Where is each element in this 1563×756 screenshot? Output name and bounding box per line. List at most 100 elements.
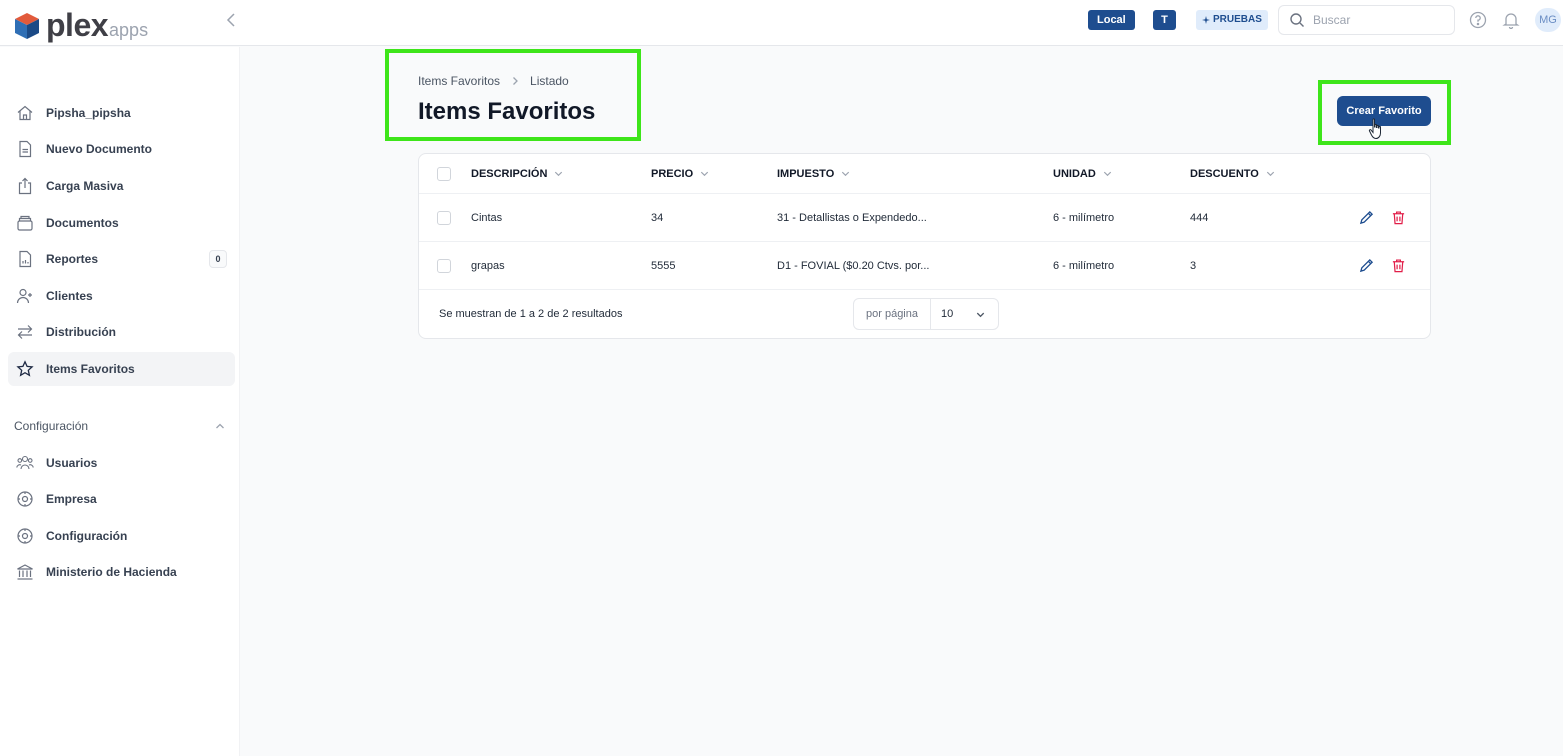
breadcrumb-item-items-favoritos[interactable]: Items Favoritos	[418, 74, 500, 88]
column-header-descripcion[interactable]: DESCRIPCIÓN	[471, 154, 564, 193]
edit-button[interactable]	[1357, 209, 1375, 227]
trash-icon	[1392, 211, 1404, 225]
chevron-right-icon	[513, 77, 518, 85]
row-checkbox[interactable]	[437, 258, 451, 273]
sidebar-item-label: Ministerio de Hacienda	[46, 565, 177, 579]
arrows-icon	[17, 325, 33, 339]
sidebar-item-label: Reportes	[46, 252, 99, 266]
environment-local-badge[interactable]: Local	[1088, 10, 1135, 30]
sidebar-item-usuarios[interactable]: Usuarios	[8, 446, 235, 480]
column-label: UNIDAD	[1053, 167, 1096, 180]
select-all-cell	[437, 154, 451, 193]
report-icon	[19, 250, 32, 268]
row-select-cell	[437, 194, 451, 241]
column-header-unidad[interactable]: UNIDAD	[1053, 154, 1113, 193]
sidebar-item-clientes[interactable]: Clientes	[8, 279, 235, 313]
sidebar-item-pipsha[interactable]: Pipsha_pipsha	[8, 96, 235, 130]
sidebar-item-nuevo-documento[interactable]: Nuevo Documento	[8, 132, 235, 166]
cell-precio: 5555	[651, 259, 676, 272]
chevron-left-icon[interactable]	[222, 10, 242, 30]
sidebar-item-carga-masiva[interactable]: Carga Masiva	[8, 169, 235, 203]
sidebar-item-label: Items Favoritos	[46, 362, 135, 376]
bell-icon[interactable]	[1502, 11, 1520, 29]
row-actions	[1357, 242, 1407, 289]
chevron-down-icon	[555, 171, 563, 177]
row-checkbox[interactable]	[437, 210, 451, 225]
pencil-icon	[1359, 210, 1373, 225]
user-avatar[interactable]: MG	[1535, 8, 1561, 32]
table-row: grapas 5555 D1 - FOVIAL ($0.20 Ctvs. por…	[419, 242, 1430, 290]
chevron-down-icon	[1103, 171, 1111, 177]
edit-button[interactable]	[1357, 257, 1375, 275]
sidebar-item-distribucion[interactable]: Distribución	[8, 315, 235, 349]
cell-descuento: 3	[1190, 259, 1197, 272]
tenant-badge[interactable]: T	[1153, 10, 1176, 30]
cell-descripcion: grapas	[471, 259, 505, 272]
results-summary: Se muestran de 1 a 2 de 2 resultados	[439, 308, 623, 320]
sidebar-item-configuracion[interactable]: Configuración	[8, 519, 235, 553]
building-gear-icon	[17, 491, 33, 507]
chevron-up-icon	[216, 423, 224, 429]
per-page-selector[interactable]: por página 10	[853, 298, 999, 330]
users-icon	[16, 455, 34, 470]
cell-unidad: 6 - milímetro	[1053, 259, 1115, 272]
chevron-down-icon	[701, 171, 709, 177]
sidebar-item-reportes[interactable]: Reportes 0	[8, 242, 235, 276]
sidebar-item-label: Clientes	[46, 289, 93, 303]
search-box[interactable]	[1278, 5, 1455, 35]
cell-impuesto: 31 - Detallistas o Expendedo...	[777, 211, 927, 224]
sidebar: Pipsha_pipsha Nuevo Documento Carga Masi…	[0, 47, 240, 756]
column-header-precio[interactable]: PRECIO	[651, 154, 710, 193]
config-section-title: Configuración	[14, 419, 89, 433]
column-label: PRECIO	[651, 167, 694, 180]
cell-unidad: 6 - milímetro	[1053, 211, 1115, 224]
sidebar-item-ministerio-hacienda[interactable]: Ministerio de Hacienda	[8, 555, 235, 589]
sidebar-item-empresa[interactable]: Empresa	[8, 482, 235, 516]
cell-descuento: 444	[1190, 211, 1209, 224]
chevron-down-icon	[842, 171, 850, 177]
pruebas-badge[interactable]: PRUEBAS	[1196, 10, 1268, 30]
reportes-count-badge: 0	[209, 250, 227, 268]
crear-favorito-button[interactable]: Crear Favorito	[1337, 96, 1431, 126]
table-header-row: DESCRIPCIÓN PRECIO IMPUESTO UNIDAD DESCU…	[419, 154, 1430, 194]
per-page-select[interactable]: 10	[931, 308, 998, 320]
column-header-descuento[interactable]: DESCUENTO	[1190, 154, 1276, 193]
sidebar-item-label: Usuarios	[46, 456, 98, 470]
column-header-impuesto[interactable]: IMPUESTO	[777, 154, 851, 193]
sparkle-icon	[1202, 16, 1210, 24]
trash-icon	[1392, 259, 1404, 273]
document-icon	[19, 140, 32, 158]
header-highlight-box	[385, 49, 641, 141]
home-icon	[17, 105, 33, 121]
search-icon	[1290, 13, 1304, 27]
sidebar-item-label: Carga Masiva	[46, 179, 124, 193]
column-label: DESCRIPCIÓN	[471, 167, 548, 180]
star-icon	[16, 360, 34, 377]
search-input[interactable]	[1313, 13, 1443, 27]
cube-logo-icon	[15, 13, 39, 39]
per-page-label: por página	[854, 299, 931, 329]
cell-descripcion: Cintas	[471, 211, 503, 224]
chevron-down-icon	[976, 312, 985, 317]
sidebar-item-documentos[interactable]: Documentos	[8, 206, 235, 240]
per-page-value: 10	[941, 308, 954, 320]
sidebar-item-label: Empresa	[46, 492, 97, 506]
delete-button[interactable]	[1389, 209, 1407, 227]
select-all-checkbox[interactable]	[437, 166, 451, 181]
logo-text-sub: apps	[109, 20, 149, 40]
column-label: DESCUENTO	[1190, 167, 1259, 180]
cell-precio: 34	[651, 211, 664, 224]
sidebar-item-label: Configuración	[46, 529, 128, 543]
cell-impuesto: D1 - FOVIAL ($0.20 Ctvs. por...	[777, 259, 930, 272]
config-section-header[interactable]: Configuración	[14, 419, 226, 433]
logo-text-main: plex	[46, 7, 109, 43]
delete-button[interactable]	[1389, 257, 1407, 275]
help-icon[interactable]	[1469, 11, 1487, 29]
sidebar-item-items-favoritos[interactable]: Items Favoritos	[8, 352, 235, 386]
plexapps-logo[interactable]: plex apps	[14, 7, 149, 43]
page-title: Items Favoritos	[418, 98, 596, 125]
sidebar-item-label: Nuevo Documento	[46, 142, 153, 156]
favoritos-table: DESCRIPCIÓN PRECIO IMPUESTO UNIDAD DESCU…	[418, 153, 1431, 339]
settings-icon	[17, 528, 33, 544]
archive-icon	[17, 215, 33, 231]
